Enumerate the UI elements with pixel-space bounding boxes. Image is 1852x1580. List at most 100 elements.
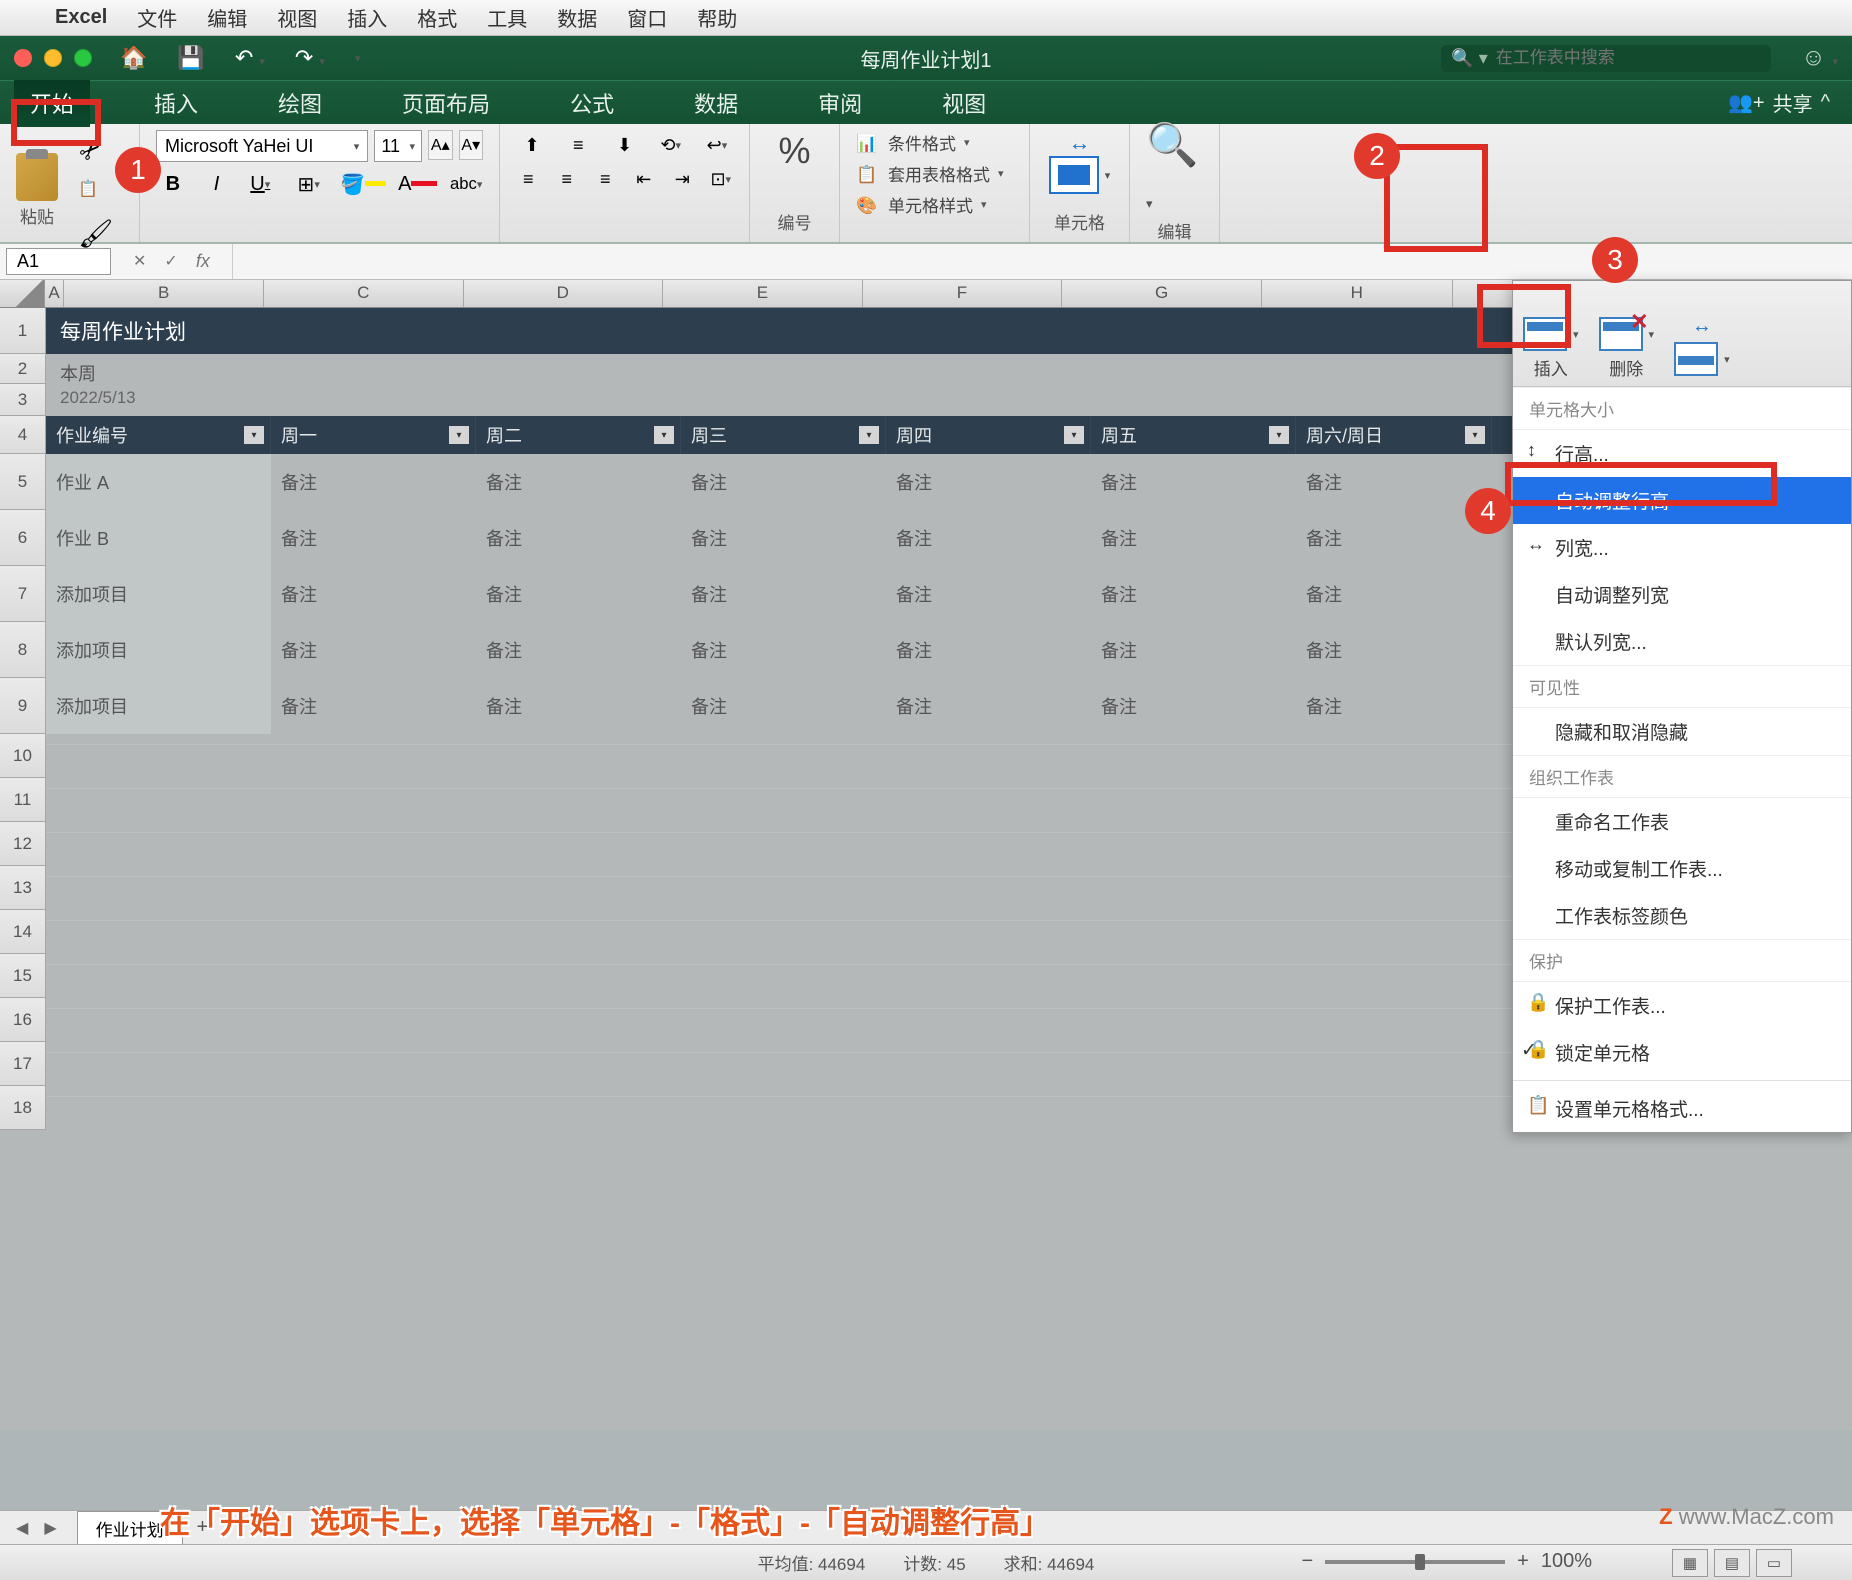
row-15[interactable]: 15 <box>0 954 46 998</box>
table-cell[interactable]: 备注 <box>476 454 681 510</box>
menu-format-cells-dialog[interactable]: 📋设置单元格格式... <box>1513 1085 1851 1132</box>
row-13[interactable]: 13 <box>0 866 46 910</box>
filter-icon[interactable]: ▾ <box>244 426 264 444</box>
align-left-icon[interactable]: ≡ <box>516 164 541 194</box>
table-cell[interactable]: 备注 <box>271 678 476 734</box>
format-cells-button[interactable]: ↔ ▾ <box>1664 287 1740 380</box>
table-cell[interactable]: 备注 <box>886 510 1091 566</box>
table-cell[interactable]: 备注 <box>271 454 476 510</box>
table-cell[interactable]: 备注 <box>886 622 1091 678</box>
customize-qat-icon[interactable]: ▾ <box>355 52 361 65</box>
table-cell[interactable]: 备注 <box>476 678 681 734</box>
increase-indent-icon[interactable]: ⇥ <box>670 164 695 194</box>
table-cell[interactable]: 备注 <box>1091 454 1296 510</box>
ribbon-edit-group[interactable]: 🔍 ▾ 编辑 <box>1130 124 1220 242</box>
row-id-cell[interactable]: 添加项目 <box>46 622 271 678</box>
table-header-col[interactable]: 周二▾ <box>476 416 681 454</box>
bold-button[interactable]: B <box>156 166 190 202</box>
col-F[interactable]: F <box>863 280 1063 307</box>
row-id-cell[interactable]: 作业 B <box>46 510 271 566</box>
tab-insert[interactable]: 插入 <box>138 79 214 127</box>
table-header-col[interactable]: 周三▾ <box>681 416 886 454</box>
table-cell[interactable]: 备注 <box>1091 678 1296 734</box>
sheet-nav-first[interactable]: ◀ <box>16 1518 28 1538</box>
menu-lock-cells[interactable]: ✓🔒锁定单元格 <box>1513 1029 1851 1076</box>
share-button[interactable]: 👥+ 共享 ^ <box>1728 88 1852 117</box>
confirm-icon[interactable]: ✓ <box>164 251 177 272</box>
align-right-icon[interactable]: ≡ <box>593 164 618 194</box>
table-cell[interactable]: 备注 <box>886 566 1091 622</box>
menu-window[interactable]: 窗口 <box>627 3 667 32</box>
table-cell[interactable]: 备注 <box>1091 622 1296 678</box>
table-cell[interactable]: 备注 <box>476 510 681 566</box>
menu-data[interactable]: 数据 <box>557 3 597 32</box>
col-E[interactable]: E <box>663 280 863 307</box>
app-name[interactable]: Excel <box>55 6 107 29</box>
row-16[interactable]: 16 <box>0 998 46 1042</box>
maximize-window-button[interactable] <box>74 49 92 67</box>
fill-color-button[interactable]: 🪣 <box>340 166 386 202</box>
col-B[interactable]: B <box>64 280 264 307</box>
filter-icon[interactable]: ▾ <box>1465 426 1485 444</box>
row-4[interactable]: 4 <box>0 416 46 454</box>
align-middle-icon[interactable]: ≡ <box>562 130 594 160</box>
view-normal-icon[interactable]: ▦ <box>1672 1549 1708 1577</box>
table-cell[interactable]: 备注 <box>1296 678 1492 734</box>
row-id-cell[interactable]: 添加项目 <box>46 678 271 734</box>
col-D[interactable]: D <box>464 280 664 307</box>
view-page-layout-icon[interactable]: ▤ <box>1714 1549 1750 1577</box>
underline-button[interactable]: U ▾ <box>243 166 277 202</box>
menu-format[interactable]: 格式 <box>417 3 457 32</box>
menu-hide-unhide[interactable]: 隐藏和取消隐藏 <box>1513 708 1851 755</box>
view-page-break-icon[interactable]: ▭ <box>1756 1549 1792 1577</box>
table-header-col[interactable]: 周一▾ <box>271 416 476 454</box>
table-cell[interactable]: 备注 <box>1296 510 1492 566</box>
row-id-cell[interactable]: 添加项目 <box>46 566 271 622</box>
align-top-icon[interactable]: ⬆ <box>516 130 548 160</box>
col-A[interactable]: A <box>45 280 65 307</box>
row-17[interactable]: 17 <box>0 1042 46 1086</box>
search-large-icon[interactable]: 🔍 ▾ <box>1146 121 1203 218</box>
col-C[interactable]: C <box>264 280 464 307</box>
filter-icon[interactable]: ▾ <box>1064 426 1084 444</box>
italic-button[interactable]: I <box>200 166 234 202</box>
row-10[interactable]: 10 <box>0 734 46 778</box>
menu-edit[interactable]: 编辑 <box>207 3 247 32</box>
increase-font-icon[interactable]: A▴ <box>428 130 452 160</box>
menu-rename-sheet[interactable]: 重命名工作表 <box>1513 798 1851 845</box>
table-cell[interactable]: 备注 <box>1091 510 1296 566</box>
minimize-window-button[interactable] <box>44 49 62 67</box>
name-box[interactable]: A1 <box>6 248 111 275</box>
menu-move-copy-sheet[interactable]: 移动或复制工作表... <box>1513 845 1851 892</box>
menu-column-width[interactable]: ↔列宽... <box>1513 524 1851 571</box>
delete-cells-button[interactable]: ✕▾ 删除 <box>1589 287 1665 380</box>
row-18[interactable]: 18 <box>0 1086 46 1130</box>
sheet-search[interactable]: 🔍 ▾ <box>1441 45 1771 72</box>
table-header-col[interactable]: 作业编号▾ <box>46 416 271 454</box>
menu-protect-sheet[interactable]: 🔒保护工作表... <box>1513 982 1851 1029</box>
table-cell[interactable]: 备注 <box>886 454 1091 510</box>
row-5[interactable]: 5 <box>0 454 46 510</box>
table-cell[interactable]: 备注 <box>1296 622 1492 678</box>
col-G[interactable]: G <box>1062 280 1262 307</box>
redo-icon[interactable]: ↷ ▾ <box>295 45 325 71</box>
align-center-icon[interactable]: ≡ <box>555 164 580 194</box>
menu-view[interactable]: 视图 <box>277 3 317 32</box>
home-icon[interactable]: 🏠 <box>120 45 147 71</box>
tab-draw[interactable]: 绘图 <box>262 79 338 127</box>
menu-insert[interactable]: 插入 <box>347 3 387 32</box>
col-H[interactable]: H <box>1262 280 1453 307</box>
table-header-col[interactable]: 周四▾ <box>886 416 1091 454</box>
table-header-col[interactable]: 周六/周日▾ <box>1296 416 1492 454</box>
row-6[interactable]: 6 <box>0 510 46 566</box>
zoom-out-button[interactable]: − <box>1301 1550 1313 1573</box>
row-14[interactable]: 14 <box>0 910 46 954</box>
menu-help[interactable]: 帮助 <box>697 3 737 32</box>
conditional-format-button[interactable]: 📊条件格式 ▾ <box>856 130 1013 155</box>
tab-review[interactable]: 审阅 <box>802 79 878 127</box>
menu-default-width[interactable]: 默认列宽... <box>1513 618 1851 665</box>
undo-icon[interactable]: ↶ ▾ <box>235 45 265 71</box>
paste-icon[interactable] <box>16 153 58 201</box>
filter-icon[interactable]: ▾ <box>859 426 879 444</box>
tab-data[interactable]: 数据 <box>678 79 754 127</box>
